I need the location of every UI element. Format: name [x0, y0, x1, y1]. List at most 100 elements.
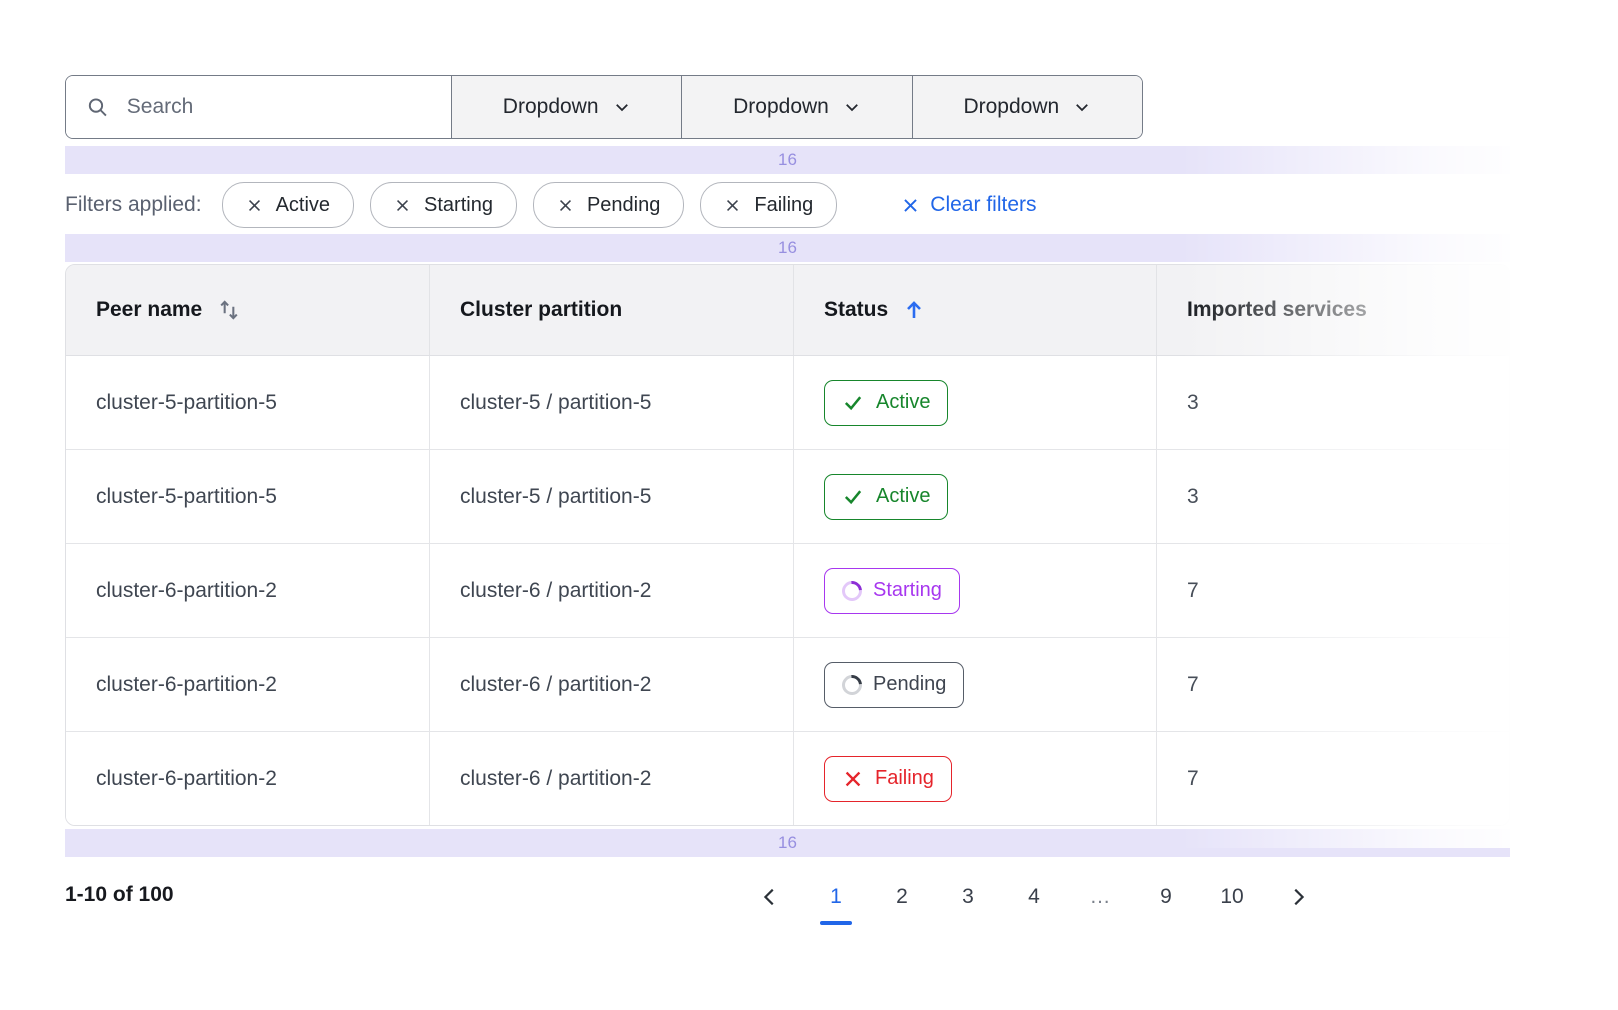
clear-filters-icon: [901, 196, 920, 215]
search-input[interactable]: [125, 94, 431, 120]
next-page-button[interactable]: [1281, 875, 1315, 919]
chip-label: Pending: [587, 194, 660, 217]
peer-name-cell: cluster-6-partition-2: [66, 638, 429, 731]
dropdown-label: Dropdown: [963, 95, 1059, 119]
sort-up-down-icon: [216, 297, 242, 323]
pagination-bar: 1-10 of 100 1 2 3 4 … 9 10: [65, 875, 1510, 935]
column-header-cluster-partition[interactable]: Cluster partition: [429, 265, 793, 355]
table-row[interactable]: cluster-5-partition-5 cluster-5 / partit…: [66, 356, 1509, 449]
column-label: Imported services: [1187, 298, 1367, 322]
chevron-down-icon: [1073, 98, 1091, 116]
status-cell: Starting: [793, 544, 1156, 637]
status-badge-pending: Pending: [824, 662, 964, 708]
spacing-annotation-bar: 16: [65, 146, 1510, 174]
page-button-4[interactable]: 4: [1017, 875, 1051, 919]
column-header-status[interactable]: Status: [793, 265, 1156, 355]
page-button-3[interactable]: 3: [951, 875, 985, 919]
imported-services-cell: 3: [1156, 356, 1509, 449]
status-label: Pending: [873, 673, 946, 696]
table-row[interactable]: cluster-5-partition-5 cluster-5 / partit…: [66, 449, 1509, 543]
cluster-partition-cell: cluster-6 / partition-2: [429, 732, 793, 825]
status-label: Active: [876, 391, 930, 414]
column-label: Status: [824, 298, 888, 322]
spinner-icon: [838, 670, 866, 698]
search-icon: [86, 94, 109, 120]
imported-services-cell: 3: [1156, 450, 1509, 543]
remove-filter-icon: [246, 197, 263, 214]
table-row[interactable]: cluster-6-partition-2 cluster-6 / partit…: [66, 637, 1509, 731]
column-label: Peer name: [96, 298, 202, 322]
check-icon: [842, 485, 865, 508]
page-button-10[interactable]: 10: [1215, 875, 1249, 919]
page-button-9[interactable]: 9: [1149, 875, 1183, 919]
status-cell: Active: [793, 356, 1156, 449]
status-label: Starting: [873, 579, 942, 602]
column-header-peer-name[interactable]: Peer name: [66, 265, 429, 355]
remove-filter-icon: [724, 197, 741, 214]
status-badge-active: Active: [824, 380, 948, 426]
status-cell: Failing: [793, 732, 1156, 825]
peer-name-cell: cluster-6-partition-2: [66, 544, 429, 637]
page-button-2[interactable]: 2: [885, 875, 919, 919]
peer-name-cell: cluster-5-partition-5: [66, 450, 429, 543]
page-ellipsis: …: [1083, 875, 1117, 919]
status-cell: Pending: [793, 638, 1156, 731]
dropdown-label: Dropdown: [733, 95, 829, 119]
filter-chip-active[interactable]: Active: [222, 182, 354, 228]
dropdown-button-1[interactable]: Dropdown: [451, 76, 681, 138]
results-range-summary: 1-10 of 100: [65, 883, 174, 907]
imported-services-cell: 7: [1156, 544, 1509, 637]
peer-name-cell: cluster-5-partition-5: [66, 356, 429, 449]
status-label: Failing: [875, 767, 934, 790]
filter-chip-pending[interactable]: Pending: [533, 182, 684, 228]
search-field[interactable]: [66, 76, 451, 138]
cluster-partition-cell: cluster-5 / partition-5: [429, 356, 793, 449]
table-row[interactable]: cluster-6-partition-2 cluster-6 / partit…: [66, 731, 1509, 825]
x-icon: [842, 768, 864, 790]
spacing-value: 16: [778, 238, 797, 258]
status-badge-failing: Failing: [824, 756, 952, 802]
column-label: Cluster partition: [460, 298, 622, 322]
chevron-down-icon: [843, 98, 861, 116]
sort-ascending-arrow-icon: [902, 298, 926, 322]
check-icon: [842, 391, 865, 414]
cluster-partition-cell: cluster-6 / partition-2: [429, 544, 793, 637]
dropdown-button-3[interactable]: Dropdown: [912, 76, 1142, 138]
peer-name-cell: cluster-6-partition-2: [66, 732, 429, 825]
page-button-1[interactable]: 1: [819, 875, 853, 919]
filters-applied-label: Filters applied:: [65, 193, 202, 217]
column-header-imported-services[interactable]: Imported services: [1156, 265, 1509, 355]
applied-filters-row: Filters applied: Active Starting Pending…: [65, 182, 1510, 228]
chip-label: Failing: [754, 194, 813, 217]
spinner-icon: [838, 576, 866, 604]
status-badge-starting: Starting: [824, 568, 960, 614]
status-label: Active: [876, 485, 930, 508]
spacing-annotation-bar: 16: [65, 234, 1510, 262]
filter-chip-starting[interactable]: Starting: [370, 182, 517, 228]
filter-chip-failing[interactable]: Failing: [700, 182, 837, 228]
previous-page-button[interactable]: [753, 875, 787, 919]
clear-filters-label: Clear filters: [930, 193, 1036, 217]
peers-table: Peer name Cluster partition Status: [65, 264, 1510, 826]
chip-label: Active: [276, 194, 330, 217]
chevron-down-icon: [613, 98, 631, 116]
remove-filter-icon: [394, 197, 411, 214]
chevron-right-icon: [1287, 886, 1309, 908]
spacing-value: 16: [778, 150, 797, 170]
status-badge-active: Active: [824, 474, 948, 520]
clear-filters-link[interactable]: Clear filters: [901, 193, 1036, 217]
chip-label: Starting: [424, 194, 493, 217]
chevron-left-icon: [759, 886, 781, 908]
cluster-partition-cell: cluster-5 / partition-5: [429, 450, 793, 543]
table-row[interactable]: cluster-6-partition-2 cluster-6 / partit…: [66, 543, 1509, 637]
cluster-partition-cell: cluster-6 / partition-2: [429, 638, 793, 731]
spacing-value: 16: [778, 833, 797, 853]
status-cell: Active: [793, 450, 1156, 543]
table-header-row: Peer name Cluster partition Status: [66, 265, 1509, 356]
remove-filter-icon: [557, 197, 574, 214]
dropdown-label: Dropdown: [503, 95, 599, 119]
spacing-annotation-bar: 16: [65, 829, 1510, 857]
imported-services-cell: 7: [1156, 638, 1509, 731]
imported-services-cell: 7: [1156, 732, 1509, 825]
dropdown-button-2[interactable]: Dropdown: [681, 76, 911, 138]
